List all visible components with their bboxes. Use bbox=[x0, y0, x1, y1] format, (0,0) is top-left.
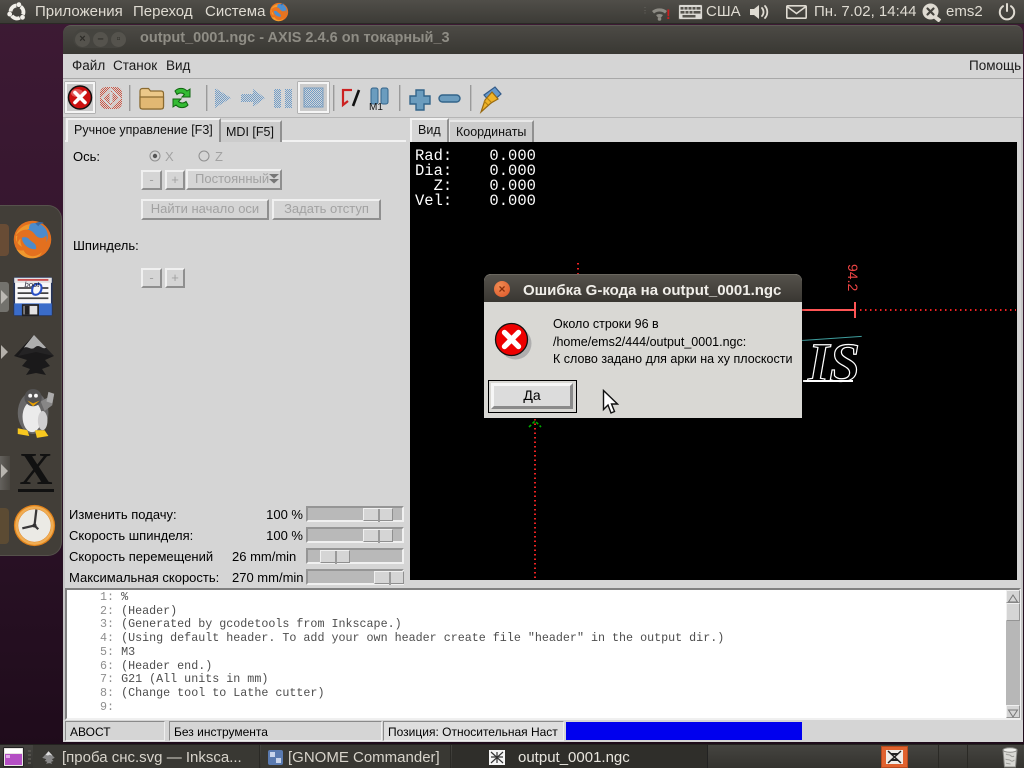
svg-text:M1: M1 bbox=[369, 102, 383, 113]
svg-text:!: ! bbox=[666, 6, 671, 21]
svg-text:boot: boot bbox=[24, 280, 40, 289]
